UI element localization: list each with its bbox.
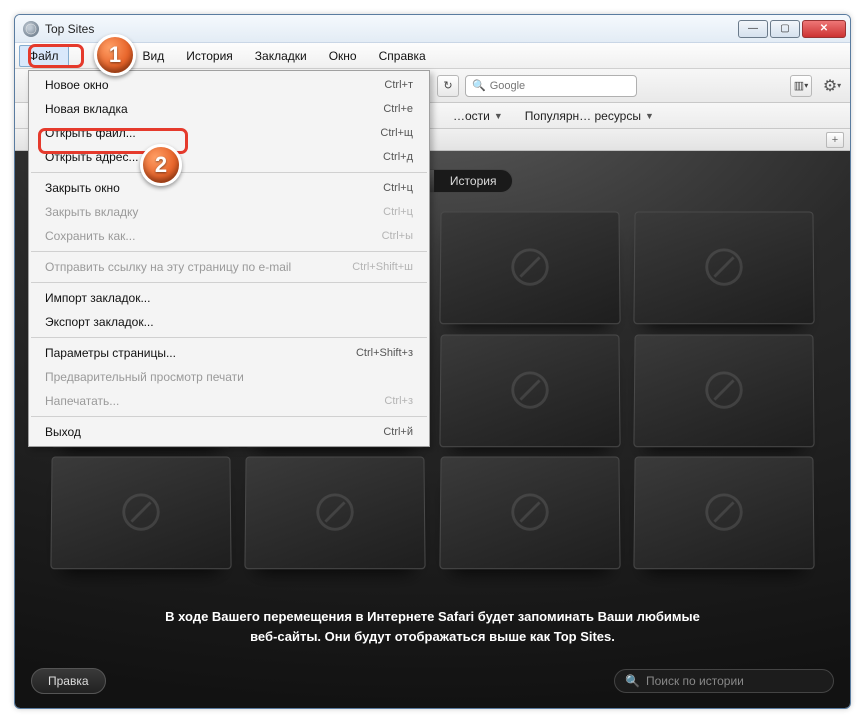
search-icon: 🔍	[625, 674, 640, 688]
menu-item-shortcut: Ctrl+т	[384, 77, 413, 93]
close-button[interactable]: ✕	[802, 20, 846, 38]
search-icon: 🔍	[472, 79, 486, 92]
callout-badge-1: 1	[94, 34, 136, 76]
topsite-thumb[interactable]	[633, 457, 814, 569]
menu-item-shortcut: Ctrl+Shift+з	[356, 345, 413, 361]
menu-bookmarks[interactable]: Закладки	[245, 45, 317, 67]
menu-item-label: Закрыть окно	[45, 180, 120, 196]
topsite-thumb[interactable]	[439, 212, 620, 324]
bookmark-popular[interactable]: Популярн… ресурсы ▼	[525, 109, 654, 123]
bookmark-news[interactable]: …ости ▼	[453, 109, 503, 123]
menubar: Файл Вид История Закладки Окно Справка	[15, 43, 850, 69]
search-engine-label: Google	[490, 80, 525, 92]
callout-badge-2: 2	[140, 144, 182, 186]
message-line-2: веб-сайты. Они будут отображаться выше к…	[75, 627, 790, 647]
menu-item-label: Напечатать...	[45, 393, 119, 409]
menu-item-label: Закрыть вкладку	[45, 204, 138, 220]
menu-item-export-bookmarks[interactable]: Экспорт закладок...	[29, 310, 429, 334]
menu-item-label: Открыть файл...	[45, 125, 136, 141]
settings-gear-icon[interactable]: ⚙▾	[820, 75, 844, 97]
topsite-thumb[interactable]	[633, 212, 814, 324]
topsite-thumb[interactable]	[633, 334, 814, 446]
menu-item-new-window[interactable]: Новое окно Ctrl+т	[29, 73, 429, 97]
bookmark-popular-label: Популярн… ресурсы	[525, 109, 641, 123]
history-search-field[interactable]: 🔍 Поиск по истории	[614, 669, 834, 693]
menu-item-shortcut: Ctrl+й	[383, 424, 413, 440]
menu-item-print: Напечатать... Ctrl+з	[29, 389, 429, 413]
bookmark-news-label: …ости	[453, 109, 490, 123]
menu-item-open-file[interactable]: Открыть файл... Ctrl+щ	[29, 121, 429, 145]
menu-item-shortcut: Ctrl+е	[383, 101, 413, 117]
menu-item-shortcut: Ctrl+ц	[383, 180, 413, 196]
menu-item-label: Экспорт закладок...	[45, 314, 154, 330]
edit-button[interactable]: Правка	[31, 668, 106, 694]
menu-item-shortcut: Ctrl+д	[383, 149, 413, 165]
window-controls: — ▢ ✕	[738, 20, 846, 38]
menu-help[interactable]: Справка	[369, 45, 436, 67]
window-title: Top Sites	[45, 22, 738, 36]
file-menu-dropdown: Новое окно Ctrl+т Новая вкладка Ctrl+е О…	[28, 70, 430, 447]
chevron-down-icon: ▼	[494, 111, 503, 121]
safari-app-icon	[23, 21, 39, 37]
menu-item-label: Импорт закладок...	[45, 290, 150, 306]
message-line-1: В ходе Вашего перемещения в Интернете Sa…	[75, 607, 790, 627]
menu-item-open-location[interactable]: Открыть адрес... Ctrl+д	[29, 145, 429, 169]
menu-item-import-bookmarks[interactable]: Импорт закладок...	[29, 286, 429, 310]
menu-item-shortcut: Ctrl+з	[384, 393, 413, 409]
history-search-placeholder: Поиск по истории	[646, 674, 744, 688]
menu-item-mail-link: Отправить ссылку на эту страницу по e-ma…	[29, 255, 429, 279]
new-tab-tool-button[interactable]: ▥▾	[790, 75, 812, 97]
minimize-button[interactable]: —	[738, 20, 768, 38]
menu-item-shortcut: Ctrl+ц	[383, 204, 413, 220]
menu-item-label: Выход	[45, 424, 81, 440]
menu-item-label: Параметры страницы...	[45, 345, 176, 361]
topsite-thumb[interactable]	[439, 457, 620, 569]
topsite-thumb[interactable]	[50, 457, 231, 569]
menu-item-shortcut: Ctrl+ы	[382, 228, 413, 244]
menu-window[interactable]: Окно	[319, 45, 367, 67]
topsites-empty-message: В ходе Вашего перемещения в Интернете Sa…	[15, 607, 850, 646]
menu-item-close-window[interactable]: Закрыть окно Ctrl+ц	[29, 176, 429, 200]
menu-file[interactable]: Файл	[19, 45, 69, 67]
new-tab-button[interactable]: +	[826, 132, 844, 148]
search-field[interactable]: 🔍 Google	[465, 75, 637, 97]
topsite-thumb[interactable]	[439, 334, 620, 446]
titlebar: Top Sites — ▢ ✕	[15, 15, 850, 43]
menu-item-exit[interactable]: Выход Ctrl+й	[29, 420, 429, 444]
content-bottom-bar: Правка 🔍 Поиск по истории	[31, 664, 834, 698]
menu-history[interactable]: История	[176, 45, 243, 67]
menu-item-label: Новая вкладка	[45, 101, 128, 117]
menu-item-shortcut: Ctrl+щ	[380, 125, 413, 141]
menu-item-label: Предварительный просмотр печати	[45, 369, 244, 385]
menu-item-label: Отправить ссылку на эту страницу по e-ma…	[45, 259, 291, 275]
menu-item-label: Сохранить как...	[45, 228, 135, 244]
mode-history[interactable]: История	[434, 170, 513, 192]
menu-item-save-as: Сохранить как... Ctrl+ы	[29, 224, 429, 248]
menu-item-label: Открыть адрес...	[45, 149, 139, 165]
menu-item-close-tab: Закрыть вкладку Ctrl+ц	[29, 200, 429, 224]
maximize-button[interactable]: ▢	[770, 20, 800, 38]
menu-item-shortcut: Ctrl+Shift+ш	[352, 259, 413, 275]
menu-item-print-preview: Предварительный просмотр печати	[29, 365, 429, 389]
menu-view[interactable]: Вид	[133, 45, 175, 67]
chevron-down-icon: ▼	[645, 111, 654, 121]
menu-item-new-tab[interactable]: Новая вкладка Ctrl+е	[29, 97, 429, 121]
topsite-thumb[interactable]	[245, 457, 426, 569]
menu-item-label: Новое окно	[45, 77, 109, 93]
menu-item-page-setup[interactable]: Параметры страницы... Ctrl+Shift+з	[29, 341, 429, 365]
reload-button[interactable]: ↻	[437, 75, 459, 97]
